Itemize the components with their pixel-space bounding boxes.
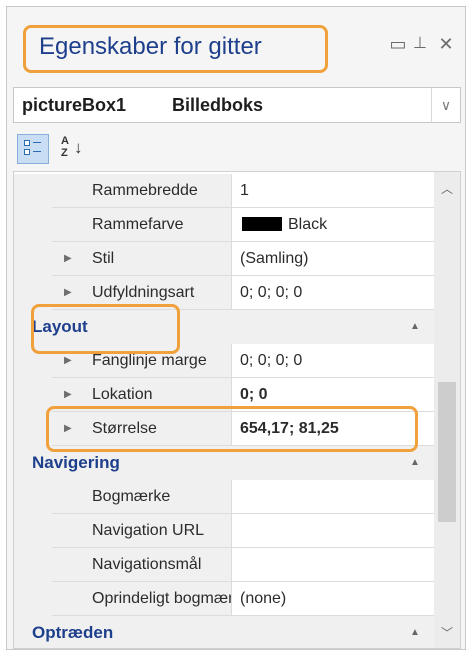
property-row[interactable]: ▶ Lokation 0; 0 — [14, 378, 434, 412]
property-name: Størrelse — [92, 420, 157, 437]
row-gutter — [14, 412, 52, 446]
property-name: Udfyldningsart — [92, 284, 195, 301]
property-value: Black — [288, 216, 328, 233]
category-optræden[interactable]: Optræden ▲ — [14, 616, 434, 648]
row-gutter — [14, 242, 52, 276]
vertical-scrollbar[interactable]: ︿ ﹀ — [434, 172, 460, 648]
chevron-down-icon[interactable]: ∨ — [431, 88, 460, 122]
property-name: Lokation — [92, 386, 153, 403]
alphabetical-sort-icon: AZ — [61, 135, 69, 159]
property-name-cell[interactable]: Bogmærke — [52, 480, 232, 514]
property-name: Navigation URL — [92, 522, 205, 539]
property-name-cell[interactable]: ▶ Størrelse — [52, 412, 232, 446]
property-value: (Samling) — [240, 250, 309, 267]
property-value-cell[interactable]: Black — [232, 208, 434, 242]
row-gutter — [14, 548, 52, 582]
property-name: Rammebredde — [92, 182, 198, 199]
categorized-view-icon — [24, 140, 44, 158]
expand-icon[interactable]: ▶ — [64, 242, 72, 275]
property-row[interactable]: Rammefarve Black — [14, 208, 434, 242]
property-value-cell[interactable]: 0; 0 — [232, 378, 434, 412]
category-label: Optræden — [32, 623, 114, 642]
property-name-cell[interactable]: Rammefarve — [52, 208, 232, 242]
property-name-cell[interactable]: Navigation URL — [52, 514, 232, 548]
object-selector-dropdown[interactable]: pictureBox1 Billedboks ∨ — [13, 87, 461, 123]
selected-object-name: pictureBox1 — [22, 95, 127, 115]
property-grid: ︿ ﹀ Rammebredde 1 Rammefarve Black ▶ Stil (Sam… — [13, 171, 461, 649]
expand-icon[interactable]: ▶ — [64, 378, 72, 411]
title-highlight-annotation — [23, 25, 328, 73]
category-navigering[interactable]: Navigering ▲ — [14, 446, 434, 480]
expand-icon[interactable]: ▶ — [64, 412, 72, 445]
property-value-cell[interactable] — [232, 548, 434, 582]
collapse-icon[interactable]: ▲ — [410, 446, 420, 480]
property-name-cell[interactable]: ▶ Lokation — [52, 378, 232, 412]
property-value: 0; 0 — [240, 386, 268, 403]
property-name: Oprindeligt bogmærke — [92, 590, 232, 607]
property-row[interactable]: Navigation URL — [14, 514, 434, 548]
row-gutter — [14, 344, 52, 378]
row-gutter — [14, 174, 52, 208]
pin-icon[interactable]: ⊥ — [409, 33, 431, 55]
property-value: 654,17; 81,25 — [240, 420, 339, 437]
collapse-icon[interactable]: ▲ — [410, 616, 420, 648]
properties-panel: Egenskaber for gitter ▭ ⊥ ✕ pictureBox1 … — [6, 6, 466, 650]
property-row[interactable]: Oprindeligt bogmærke (none) — [14, 582, 434, 616]
property-value-cell[interactable]: 1 — [232, 174, 434, 208]
category-layout[interactable]: Layout ▲ — [14, 310, 434, 344]
categorized-view-button[interactable] — [17, 134, 49, 164]
property-name: Fanglinje marge — [92, 352, 207, 369]
property-name-cell[interactable]: ▶ Fanglinje marge — [52, 344, 232, 378]
property-value-cell[interactable]: 0; 0; 0; 0 — [232, 344, 434, 378]
arrow-down-icon: ↓ — [74, 138, 83, 157]
property-value: (none) — [240, 590, 287, 607]
row-gutter — [14, 378, 52, 412]
property-value: 0; 0; 0; 0 — [240, 352, 303, 369]
window-position-icon[interactable]: ▭ — [387, 33, 409, 55]
property-name-cell[interactable]: ▶ Udfyldningsart — [52, 276, 232, 310]
row-gutter — [14, 514, 52, 548]
property-value: 0; 0; 0; 0 — [240, 284, 303, 301]
expand-icon[interactable]: ▶ — [64, 344, 72, 377]
property-row[interactable]: Rammebredde 1 — [14, 174, 434, 208]
row-gutter — [14, 208, 52, 242]
property-value-cell[interactable]: (Samling) — [232, 242, 434, 276]
property-value-cell[interactable]: 654,17; 81,25 — [232, 412, 434, 446]
category-label: Layout — [32, 317, 88, 336]
property-value-cell[interactable]: 0; 0; 0; 0 — [232, 276, 434, 310]
scrollbar-thumb[interactable] — [438, 382, 456, 522]
property-row[interactable]: ▶ Størrelse 654,17; 81,25 — [14, 412, 434, 446]
property-row[interactable]: ▶ Stil (Samling) — [14, 242, 434, 276]
property-value-cell[interactable] — [232, 480, 434, 514]
property-toolbar: AZ ↓ — [7, 127, 465, 171]
property-value-cell[interactable]: (none) — [232, 582, 434, 616]
property-row[interactable]: ▶ Fanglinje marge 0; 0; 0; 0 — [14, 344, 434, 378]
row-gutter — [14, 480, 52, 514]
property-row[interactable]: Navigationsmål — [14, 548, 434, 582]
property-row[interactable]: Bogmærke — [14, 480, 434, 514]
property-name: Stil — [92, 250, 115, 267]
collapse-icon[interactable]: ▲ — [410, 310, 420, 344]
category-label: Navigering — [32, 453, 120, 472]
property-value: 1 — [240, 182, 249, 199]
property-row[interactable]: ▶ Udfyldningsart 0; 0; 0; 0 — [14, 276, 434, 310]
property-name: Navigationsmål — [92, 556, 202, 573]
property-name-cell[interactable]: Rammebredde — [52, 174, 232, 208]
property-name-cell[interactable]: Oprindeligt bogmærke — [52, 582, 232, 616]
color-swatch — [242, 217, 282, 231]
property-name: Rammefarve — [92, 216, 184, 233]
property-name-cell[interactable]: ▶ Stil — [52, 242, 232, 276]
close-icon[interactable]: ✕ — [435, 33, 457, 55]
row-gutter — [14, 582, 52, 616]
expand-icon[interactable]: ▶ — [64, 276, 72, 309]
property-name-cell[interactable]: Navigationsmål — [52, 548, 232, 582]
row-gutter — [14, 276, 52, 310]
scroll-down-icon[interactable]: ﹀ — [434, 620, 460, 646]
property-value-cell[interactable] — [232, 514, 434, 548]
scroll-up-icon[interactable]: ︿ — [434, 176, 460, 202]
panel-title-bar: Egenskaber for gitter ▭ ⊥ ✕ — [7, 7, 465, 77]
property-name: Bogmærke — [92, 488, 171, 505]
alphabetical-sort-button[interactable]: AZ ↓ — [55, 134, 87, 164]
selected-object-type: Billedboks — [172, 95, 264, 115]
